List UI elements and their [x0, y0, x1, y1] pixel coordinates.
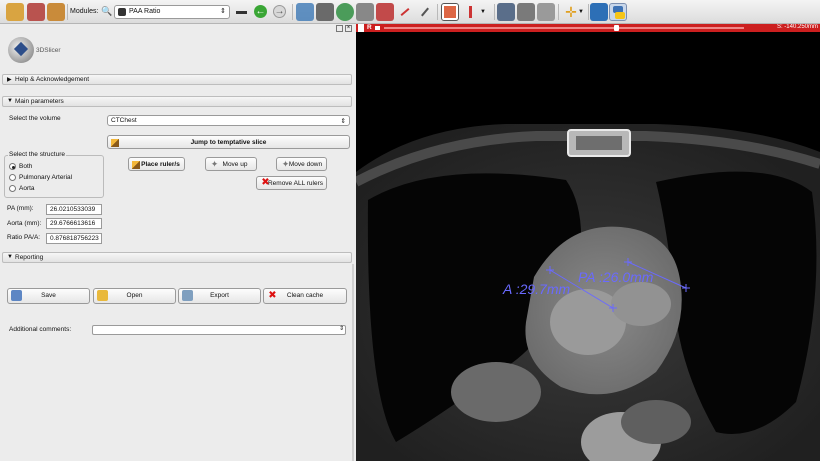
jump-to-slice-button[interactable]: Jump to temptative slice: [107, 135, 350, 149]
move-icon: ✦: [281, 159, 290, 169]
ct-image: [356, 124, 820, 461]
reporting-title: Reporting: [15, 254, 44, 261]
main-toolbar: Modules: 🔍 PAA Ratio ⇕ ← → ▼ ✛ ▼: [0, 0, 820, 24]
editor-module-icon[interactable]: [376, 3, 394, 21]
export-label: Export: [210, 292, 229, 299]
back-arrow-icon[interactable]: ←: [252, 3, 270, 21]
save-icon: [11, 290, 22, 301]
slice-letter: R: [367, 24, 372, 31]
clean-cache-button[interactable]: ✖ Clean cache: [263, 288, 347, 304]
pa-label: PA (mm):: [7, 205, 34, 212]
pencil-icon: [132, 161, 140, 169]
remove-x-icon: ✖: [261, 177, 270, 188]
clean-cache-label: Clean cache: [286, 292, 324, 299]
slice-slider-track[interactable]: [384, 27, 744, 29]
close-icon[interactable]: ×: [345, 25, 352, 32]
main-parameters-header[interactable]: ▼ Main parameters: [2, 96, 352, 107]
move-up-button[interactable]: ✦ Move up: [205, 157, 257, 171]
help-section-header[interactable]: ▶ Help & Acknowledgement: [2, 74, 352, 85]
mouse-mode-icon[interactable]: [537, 3, 555, 21]
slice-slider-handle[interactable]: [614, 25, 619, 31]
home-icon[interactable]: [6, 3, 24, 21]
ruler-pa-label: PA :26.0mm: [578, 269, 654, 285]
remove-x-icon: ✖: [268, 290, 277, 301]
save-data-icon[interactable]: [47, 3, 65, 21]
logo-text: 3DSlicer: [36, 47, 61, 54]
expanded-arrow-icon: ▼: [7, 98, 13, 104]
open-button[interactable]: Open: [93, 288, 176, 304]
module-panel: × 3DSlicer ▶ Help & Acknowledgement ▼ Ma…: [0, 24, 354, 461]
structure-group-label: Select the structure: [8, 151, 66, 158]
module-search-icon[interactable]: 🔍: [101, 6, 112, 17]
collapsed-arrow-icon: ▶: [7, 77, 12, 83]
radio-aorta-label: Aorta: [19, 185, 35, 192]
forward-arrow-icon[interactable]: →: [271, 3, 289, 21]
select-volume-label: Select the volume: [9, 115, 61, 122]
save-label: Save: [41, 292, 56, 299]
pencil-icon: [111, 139, 119, 147]
volume-selector-value: CTChest: [111, 117, 137, 124]
module-selector-value: PAA Ratio: [129, 8, 161, 15]
export-button[interactable]: Export: [178, 288, 261, 304]
jump-button-label: Jump to temptative slice: [190, 139, 267, 146]
move-icon: ✦: [210, 159, 219, 169]
slice-controller-bar[interactable]: R S: -140.250mm: [356, 24, 820, 32]
open-label: Open: [126, 292, 143, 299]
pa-field[interactable]: 26.0210533039: [46, 204, 102, 215]
radio-pulmonary-arterial[interactable]: [9, 174, 16, 181]
radio-both-label: Both: [19, 163, 33, 170]
load-data-icon[interactable]: [27, 3, 45, 21]
markups-module-icon[interactable]: [396, 3, 414, 21]
slicer-logo: [8, 37, 34, 63]
crosshair-dropdown-icon[interactable]: ▼: [480, 3, 498, 21]
ruler-aorta-label: A :29.7mm: [503, 281, 571, 297]
data-module-icon[interactable]: [296, 3, 314, 21]
volume-selector[interactable]: CTChest ⇕: [107, 115, 350, 126]
place-ruler-button[interactable]: Place ruler/s: [128, 157, 185, 171]
save-button[interactable]: Save: [7, 288, 90, 304]
volumes-module-icon[interactable]: [316, 3, 334, 21]
radio-both[interactable]: [9, 163, 16, 170]
module-selector[interactable]: PAA Ratio ⇕: [114, 5, 230, 19]
export-icon: [182, 290, 193, 301]
reporting-header[interactable]: ▼ Reporting: [2, 252, 352, 263]
slice-options-icon[interactable]: [375, 26, 380, 30]
folder-icon: [97, 290, 108, 301]
crosshair-icon[interactable]: [462, 3, 480, 21]
help-section-title: Help & Acknowledgement: [15, 76, 90, 83]
comments-label: Additional comments:: [9, 326, 72, 333]
aorta-label: Aorta (mm):: [7, 220, 42, 227]
move-down-button[interactable]: ✦ Move down: [276, 157, 327, 171]
panel-scrollbar[interactable]: [352, 264, 354, 461]
module-history-icon[interactable]: [233, 3, 251, 21]
module-icon: [118, 8, 126, 16]
models-module-icon[interactable]: [336, 3, 354, 21]
undock-icon[interactable]: [336, 25, 343, 32]
python-console-icon[interactable]: [609, 3, 627, 21]
chevron-updown-icon: ⇕: [220, 8, 226, 15]
transforms-module-icon[interactable]: [356, 3, 374, 21]
spin-arrows-icon[interactable]: ⇕: [339, 325, 344, 332]
aorta-field[interactable]: 29.6766613616: [46, 218, 102, 229]
main-parameters-title: Main parameters: [15, 98, 64, 105]
comments-field[interactable]: [92, 325, 346, 335]
pin-icon[interactable]: [358, 24, 364, 32]
remove-all-rulers-button[interactable]: ✖ Remove ALL rulers: [256, 176, 327, 190]
extension-manager-icon[interactable]: [590, 3, 608, 21]
expanded-arrow-icon: ▼: [7, 254, 13, 260]
layout-icon[interactable]: [441, 3, 459, 21]
ratio-label: Ratio PA/A:: [7, 234, 41, 241]
slice-position: S: -140.250mm: [776, 24, 818, 30]
scene-view-icon[interactable]: [517, 3, 535, 21]
radio-aorta[interactable]: [9, 185, 16, 192]
screenshot-icon[interactable]: [497, 3, 515, 21]
slice-viewer[interactable]: R S: -140.250mm A:29.7mm PA:26.0mm: [356, 24, 820, 461]
radio-pulmonary-label: Pulmonary Arterial: [19, 174, 73, 181]
ratio-field[interactable]: 0.876818756223: [46, 233, 102, 244]
modules-label: Modules:: [70, 8, 99, 15]
place-ruler-label: Place ruler/s: [141, 161, 180, 168]
ruler-module-icon[interactable]: [416, 3, 434, 21]
chevron-updown-icon: ⇕: [340, 118, 346, 125]
